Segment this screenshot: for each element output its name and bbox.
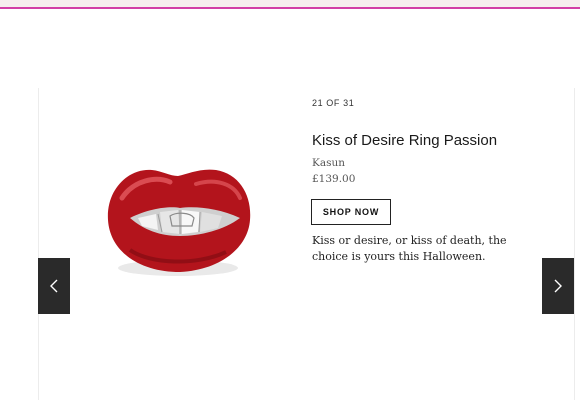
product-price: £139.00 <box>312 173 356 185</box>
product-description: Kiss or desire, or kiss of death, the ch… <box>312 234 507 263</box>
product-image-lip-ring[interactable] <box>100 160 255 285</box>
carousel-prev-button[interactable] <box>38 258 70 314</box>
product-title: Kiss of Desire Ring Passion <box>312 132 498 149</box>
product-brand: Kasun <box>312 157 346 169</box>
top-accent-bar <box>0 0 580 9</box>
carousel-next-button[interactable] <box>542 258 574 314</box>
carousel-counter: 21 OF 31 <box>312 98 355 108</box>
shop-now-button[interactable]: SHOP NOW <box>311 199 391 225</box>
chevron-left-icon <box>50 279 58 293</box>
chevron-right-icon <box>554 279 562 293</box>
